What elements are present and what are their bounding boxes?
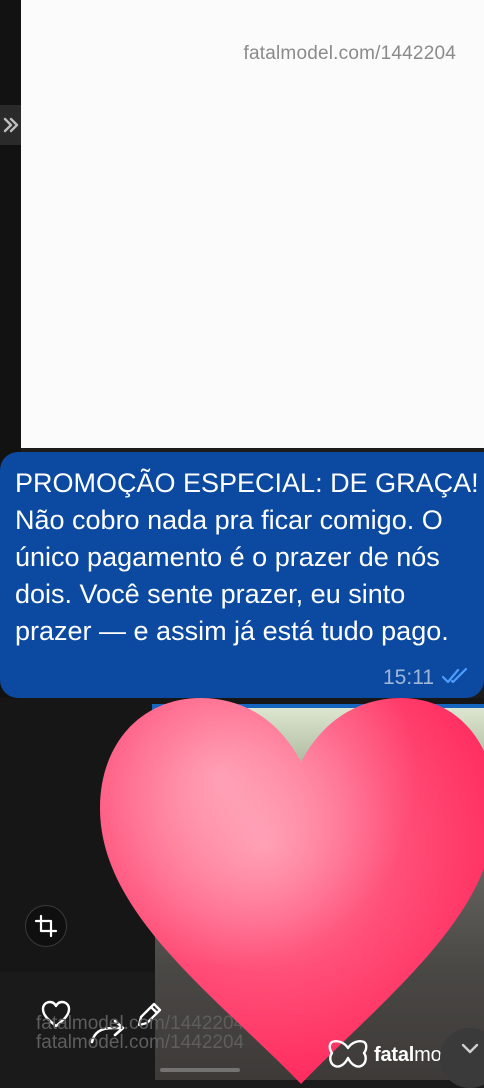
butterfly-icon [328, 1040, 368, 1068]
home-indicator [160, 1068, 240, 1072]
brand-name-bold: fatal [374, 1043, 415, 1066]
message-bubble[interactable]: PROMOÇÃO ESPECIAL: DE GRAÇA! Não cobro n… [0, 452, 484, 698]
crop-icon [34, 914, 58, 938]
top-image[interactable]: fatalmodel.com/1442204 [21, 0, 484, 448]
double-chevron-right-icon[interactable] [0, 105, 21, 145]
image-watermark: fatalmodel.com/1442204 [243, 43, 456, 64]
message-meta: 15:11 [383, 666, 472, 690]
heart-sticker[interactable] [96, 696, 484, 1086]
message-time: 15:11 [383, 666, 434, 689]
chevron-down-icon [461, 1043, 479, 1054]
message-text: PROMOÇÃO ESPECIAL: DE GRAÇA! Não cobro n… [15, 468, 479, 646]
crop-button[interactable] [25, 905, 67, 947]
double-check-icon [441, 667, 472, 690]
